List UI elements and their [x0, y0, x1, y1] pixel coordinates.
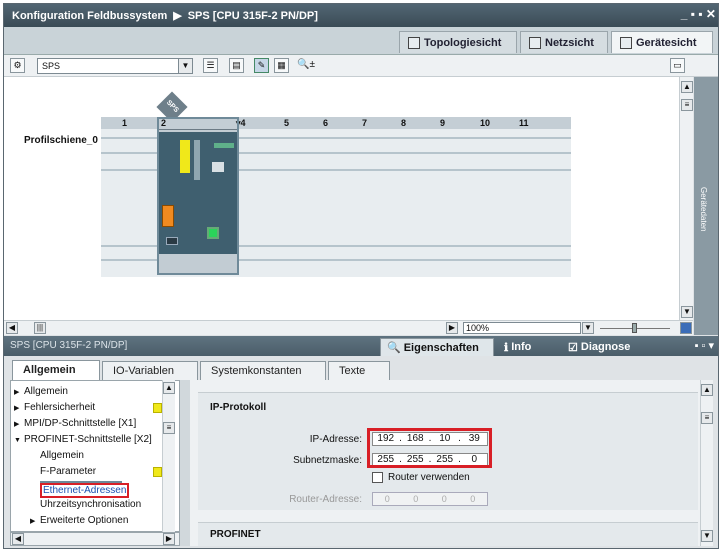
zoom-slider-thumb[interactable] — [632, 323, 637, 333]
scroll-thumb[interactable]: ||| — [34, 322, 46, 334]
window-controls[interactable]: _ ▪ ▪ ✕ — [681, 7, 716, 21]
device-data-label: Gerätedaten — [699, 187, 708, 232]
list-icon[interactable]: ☰ — [203, 58, 218, 73]
zoom-dropdown-icon[interactable]: ▼ — [582, 322, 594, 334]
slot-number: 6 — [323, 118, 329, 128]
tree-item-ethernet-addresses[interactable]: Ethernet-Adressen — [39, 481, 130, 498]
scroll-up-icon[interactable]: ▲ — [163, 382, 175, 394]
scroll-up-icon[interactable]: ▲ — [701, 384, 713, 396]
slot-number: 7 — [362, 118, 368, 128]
zoom-field[interactable]: 100% — [463, 322, 581, 334]
use-router-label: Router verwenden — [388, 472, 470, 483]
tab-texts[interactable]: Texte — [328, 361, 390, 380]
scroll-thumb[interactable]: ≡ — [163, 422, 175, 434]
scroll-right-icon[interactable]: ▶ — [163, 533, 175, 545]
router-address-field: 0000 — [372, 492, 488, 506]
scroll-thumb[interactable]: ≡ — [701, 412, 713, 424]
status-indicator — [153, 403, 162, 413]
tree-scrollbar[interactable]: ▲ ≡ — [162, 380, 175, 532]
scroll-down-icon[interactable]: ▼ — [701, 530, 713, 542]
ip-address-label: IP-Adresse: — [309, 434, 362, 445]
slot-number: 8 — [401, 118, 407, 128]
content-scrollbar[interactable]: ▲ ≡ ▼ — [700, 380, 713, 546]
inspector-title: SPS [CPU 315F-2 PN/DP] — [10, 340, 128, 351]
tab-system-constants[interactable]: Systemkonstanten — [200, 361, 326, 380]
slot-number: 1 — [122, 118, 128, 128]
tree-item-fail-safety[interactable]: ▶ Fehlersicherheit — [14, 400, 95, 416]
selected-slot-frame — [157, 117, 239, 275]
view-tabs: Topologiesicht Netzsicht Gerätesicht — [4, 27, 718, 55]
project-name: Konfiguration Feldbussystem — [12, 9, 168, 22]
tree-item-profinet[interactable]: ▼ PROFINET-Schnittstelle [X2] — [14, 432, 152, 448]
topology-icon — [408, 36, 420, 49]
property-tree: ▶ Allgemein ▶ Fehlersicherheit ▶ MPI/DP-Sch… — [10, 380, 180, 532]
highlight-box — [367, 428, 492, 468]
device-toolbar: ⚙ SPS ▼ ☰ ▤ ✎ ▦ 🔍± ▭ — [4, 55, 718, 77]
tree-item-mpi-dp[interactable]: ▶ MPI/DP-Schnittstelle [X1] — [14, 416, 136, 432]
tree-item-general[interactable]: ▶ Allgemein — [14, 384, 68, 400]
inspector-header: SPS [CPU 315F-2 PN/DP] 🔍 Eigenschaften ℹI… — [4, 336, 718, 356]
use-router-checkbox[interactable] — [372, 472, 383, 483]
canvas-horizontal-scrollbar[interactable]: ◀ ||| ▶ 100% ▼ — [4, 320, 693, 335]
slot-number: 5 — [284, 118, 290, 128]
device-icon — [620, 36, 632, 49]
overview-icon[interactable]: ▭ — [670, 58, 685, 73]
diagnose-icon: ☑ — [568, 341, 578, 354]
scroll-right-icon[interactable]: ▶ — [446, 322, 458, 334]
tab-io-tags[interactable]: IO-Variablen — [102, 361, 198, 380]
slot-number: 11 — [519, 118, 529, 128]
chevron-down-icon[interactable]: ▼ — [178, 59, 192, 73]
device-data-panel-toggle[interactable]: Gerätedaten — [694, 77, 718, 335]
scroll-left-icon[interactable]: ◀ — [6, 322, 18, 334]
status-indicator — [153, 467, 162, 477]
breadcrumb-arrow: ▶ — [173, 10, 182, 22]
tree-item-time-sync[interactable]: Uhrzeitsynchronisation — [40, 497, 141, 513]
properties-icon: 🔍 — [387, 342, 401, 354]
tab-device-view[interactable]: Gerätesicht — [611, 31, 713, 53]
tab-properties[interactable]: 🔍 Eigenschaften — [380, 338, 494, 356]
panel-controls[interactable]: ▪ ▫ ▾ — [695, 339, 714, 352]
tab-network-view[interactable]: Netzsicht — [520, 31, 608, 53]
window: Konfiguration Feldbussystem ▶ SPS [CPU 3… — [3, 3, 719, 549]
property-tabs: Allgemein IO-Variablen Systemkonstanten … — [4, 356, 718, 380]
info-icon: ℹ — [504, 341, 509, 354]
tab-topology-view[interactable]: Topologiesicht — [399, 31, 517, 53]
draw-icon[interactable]: ✎ — [254, 58, 269, 73]
grid-icon[interactable]: ▦ — [274, 58, 289, 73]
tree-item-f-parameters[interactable]: F-Parameter — [40, 464, 96, 480]
tab-diagnose[interactable]: ☑ Diagnose — [562, 338, 636, 356]
scroll-down-icon[interactable]: ▼ — [681, 306, 693, 318]
network-settings-icon[interactable]: ⚙ — [10, 58, 25, 73]
tree-item-profinet-general[interactable]: Allgemein — [40, 448, 84, 464]
slot-number: 10 — [480, 118, 491, 128]
panel-splitter[interactable] — [180, 380, 190, 546]
scroll-menu-icon[interactable]: ≡ — [681, 99, 693, 111]
router-address-label: Router-Adresse: — [289, 494, 362, 505]
slot-number: 9 — [440, 118, 446, 128]
device-name: SPS [CPU 315F-2 PN/DP] — [187, 9, 318, 22]
rack-name: Profilschiene_0 — [24, 135, 98, 146]
tab-info[interactable]: ℹ Info — [498, 338, 537, 356]
device-canvas[interactable]: SPS Profilschiene_0 1 2 ▾4 5 6 7 8 9 10 … — [4, 77, 693, 320]
scroll-up-icon[interactable]: ▲ — [681, 81, 693, 93]
label-icon[interactable]: ▤ — [229, 58, 244, 73]
profinet-heading: PROFINET — [210, 529, 261, 540]
fit-view-icon[interactable] — [680, 322, 692, 334]
title-bar: Konfiguration Feldbussystem ▶ SPS [CPU 3… — [4, 4, 718, 27]
device-select[interactable]: SPS ▼ — [37, 58, 193, 74]
canvas-vertical-scrollbar[interactable]: ▲ ≡ ▼ — [679, 77, 693, 320]
network-icon — [529, 36, 541, 49]
tab-general[interactable]: Allgemein — [12, 360, 100, 380]
subnet-mask-label: Subnetzmaske: — [293, 455, 362, 466]
ip-protocol-heading: IP-Protokoll — [210, 402, 267, 413]
tree-item-advanced-options[interactable]: ▶ Erweiterte Optionen — [30, 513, 128, 529]
scroll-left-icon[interactable]: ◀ — [12, 533, 24, 545]
zoom-icon[interactable]: 🔍± — [297, 59, 315, 70]
tree-horizontal-scrollbar[interactable]: ◀ ▶ — [10, 532, 180, 546]
profinet-section: PROFINET — [198, 522, 698, 546]
